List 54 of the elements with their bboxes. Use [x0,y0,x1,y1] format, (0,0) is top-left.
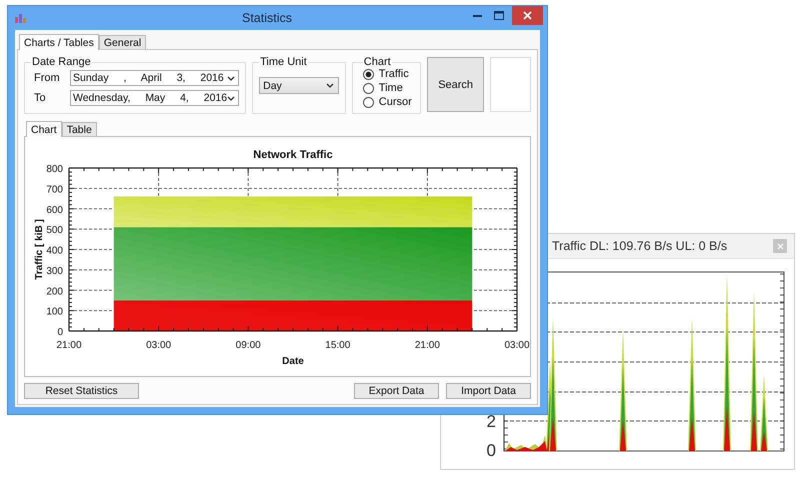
radio-label: Traffic [378,68,409,80]
caret-icon [227,94,236,102]
caret-icon [326,82,334,89]
tick-label: 09:00 [236,340,261,351]
tick-label: 03:00 [504,340,530,351]
close-icon [776,242,784,250]
tab[interactable]: Charts / Tables [19,34,99,50]
close-button[interactable] [512,6,543,25]
axis-title: Date [282,356,304,367]
minimize-icon [472,14,482,16]
tick-label: 21:00 [414,340,440,351]
tick-label: 400 [46,246,63,256]
tick-label: 300 [46,266,63,277]
tick-label: 21:00 [56,340,82,351]
dropdown[interactable]: Day [259,77,339,94]
window-title: Traffic DL: 109.76 B/s UL: 0 B/s [552,239,728,253]
close-icon [523,11,532,20]
radio-button[interactable] [362,82,374,94]
tab[interactable]: Table [62,122,97,136]
tick-label: 500 [46,225,63,236]
radio-label: Cursor [378,96,412,108]
chart-title: Network Traffic [253,149,333,161]
search-button[interactable]: Search [427,57,484,112]
group-label: Time Unit [259,56,308,68]
tick-label: 800 [46,164,63,175]
radio-label: Time [378,82,403,94]
tick-label: 200 [46,286,63,298]
axis-title: Traffic [ kiB ] [34,219,45,280]
tick-label: 15:00 [325,340,350,351]
maximize-icon [494,11,504,20]
radio-button[interactable] [362,96,374,108]
axis-label: 2 [486,412,496,431]
tick-label: 600 [46,204,63,216]
field-label: From [33,72,61,84]
tick-label: 700 [46,184,63,196]
field-label: To [33,92,47,104]
bar-chart-icon [14,12,28,24]
tick-label: 03:00 [146,340,172,351]
axis-label: 0 [486,441,496,460]
group-label: Date Range [31,56,92,68]
radio-button[interactable] [362,68,374,80]
tick-label: 100 [46,306,63,318]
reset-button[interactable]: Reset Statistics [24,383,139,399]
tab[interactable]: Chart [26,121,62,137]
empty-panel [490,57,531,112]
date-picker[interactable]: Sunday , April 3, 2016 [70,70,240,86]
window-title: Statistics [240,11,293,25]
tick-label: 0 [57,327,63,338]
group-label: Chart [362,56,392,68]
export-button[interactable]: Export Data [354,383,439,399]
import-button[interactable]: Import Data [446,383,531,399]
date-picker[interactable]: Wednesday, May 4, 2016 [70,90,240,106]
caret-icon [227,74,236,82]
tab[interactable]: General [98,35,146,49]
